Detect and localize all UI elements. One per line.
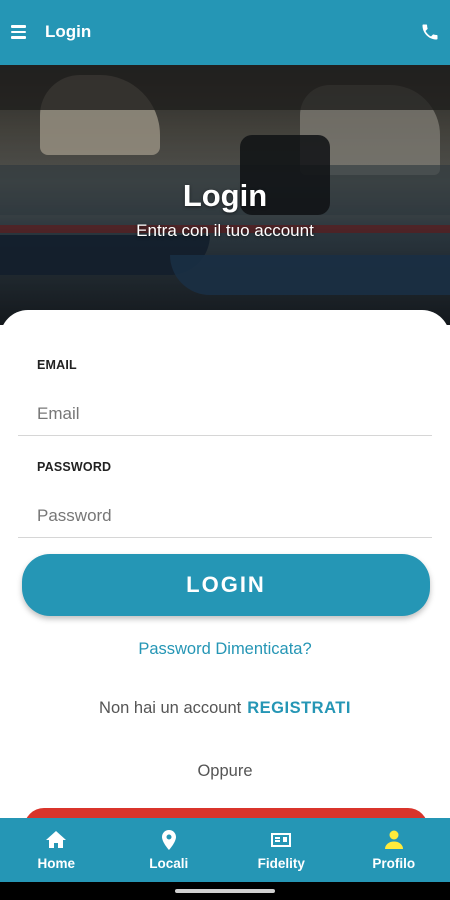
no-account-text: Non hai un account <box>99 699 242 717</box>
user-icon <box>384 830 403 849</box>
password-label: PASSWORD <box>37 460 112 474</box>
nav-label-locali: Locali <box>149 856 189 871</box>
id-card-icon <box>271 833 292 847</box>
home-indicator[interactable] <box>175 889 275 893</box>
nav-label-fidelity: Fidelity <box>257 856 305 871</box>
map-pin-icon <box>161 830 176 850</box>
hero-banner: Login Entra con il tuo account <box>0 65 450 325</box>
nav-item-profilo[interactable]: Profilo <box>338 818 450 882</box>
system-navigation-bar <box>0 882 450 900</box>
password-field[interactable] <box>18 494 432 538</box>
bottom-navigation: Home Locali Fidelity Profilo <box>0 818 450 882</box>
register-link[interactable]: REGISTRATI <box>247 699 351 717</box>
nav-label-home: Home <box>37 856 75 871</box>
email-label: EMAIL <box>37 358 77 372</box>
nav-item-locali[interactable]: Locali <box>113 818 226 882</box>
hero-subtitle: Entra con il tuo account <box>136 221 314 240</box>
register-row: Non hai un account REGISTRATI <box>0 699 450 718</box>
nav-item-fidelity[interactable]: Fidelity <box>225 818 338 882</box>
or-separator-text: Oppure <box>197 762 253 780</box>
nav-item-home[interactable]: Home <box>0 818 113 882</box>
forgot-password-link[interactable]: Password Dimenticata? <box>0 640 450 659</box>
hero-title: Login <box>182 178 268 213</box>
phone-icon[interactable] <box>420 22 440 42</box>
login-button[interactable]: LOGIN <box>22 554 430 616</box>
app-bar: Login <box>0 0 450 65</box>
hamburger-menu-icon[interactable] <box>11 25 26 39</box>
login-card: EMAIL PASSWORD LOGIN Password Dimenticat… <box>0 310 450 848</box>
home-icon <box>46 831 67 848</box>
app-bar-title: Login <box>45 22 92 41</box>
email-field[interactable] <box>18 392 432 436</box>
nav-label-profilo: Profilo <box>372 856 416 871</box>
